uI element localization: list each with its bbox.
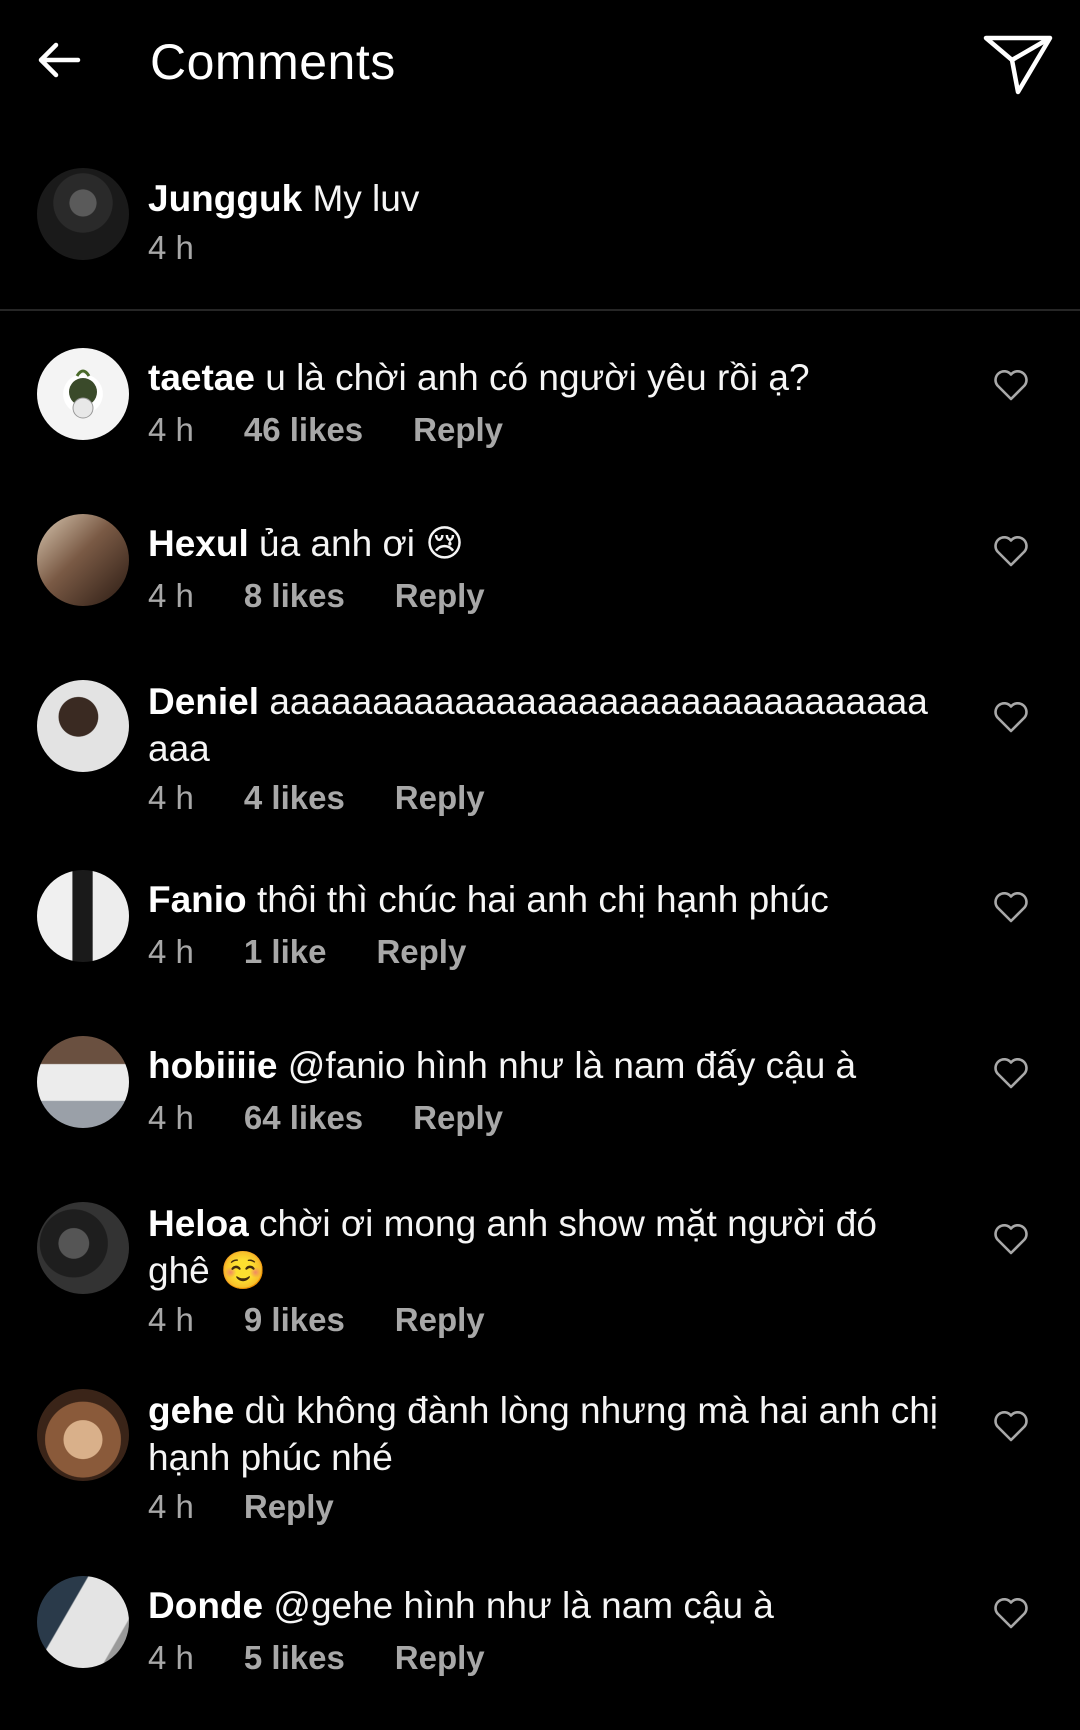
username[interactable]: Heloa [148, 1203, 249, 1244]
likes-count[interactable]: 46 likes [244, 410, 363, 450]
avatar[interactable] [37, 1389, 129, 1481]
comment-meta: 4 h 64 likes Reply [148, 1098, 503, 1138]
username[interactable]: Jungguk [148, 178, 302, 219]
back-button[interactable] [28, 30, 88, 90]
heart-outline-icon[interactable] [992, 1407, 1030, 1445]
heart-outline-icon[interactable] [992, 698, 1030, 736]
comment-body: ủa anh ơi 😢 [259, 523, 464, 564]
caption-text: Jungguk My luv [148, 175, 938, 222]
share-button[interactable] [982, 28, 1054, 100]
avatar-illustration [69, 369, 97, 419]
paper-plane-icon [983, 35, 1053, 95]
divider [0, 309, 1080, 311]
username[interactable]: Deniel [148, 681, 259, 722]
timestamp: 4 h [148, 577, 194, 614]
reply-button[interactable]: Reply [413, 410, 503, 450]
username[interactable]: gehe [148, 1390, 234, 1431]
comment-body: @gehe hình như là nam cậu à [273, 1585, 774, 1626]
timestamp: 4 h [148, 933, 194, 970]
comment-text: Deniel aaaaaaaaaaaaaaaaaaaaaaaaaaaaaaaaa… [148, 678, 938, 772]
timestamp: 4 h [148, 1099, 194, 1136]
arrow-left-icon [38, 42, 81, 78]
reply-button[interactable]: Reply [395, 1300, 485, 1340]
comment-meta: 4 h 1 like Reply [148, 932, 466, 972]
likes-count[interactable]: 64 likes [244, 1098, 363, 1138]
username[interactable]: Hexul [148, 523, 249, 564]
timestamp: 4 h [148, 1639, 194, 1676]
comment-meta: 4 h 4 likes Reply [148, 778, 485, 818]
heart-outline-icon[interactable] [992, 532, 1030, 570]
avatar[interactable] [37, 168, 129, 260]
comment-text: Heloa chời ơi mong anh show mặt người đó… [148, 1200, 938, 1294]
top-bar: Comments [0, 0, 1080, 128]
comment-body: aaaaaaaaaaaaaaaaaaaaaaaaaaaaaaaaaaa [148, 681, 928, 769]
caption-meta: 4 h [148, 228, 194, 268]
comment-body: u là chời anh có người yêu rồi ạ? [265, 357, 810, 398]
reply-button[interactable]: Reply [244, 1487, 334, 1527]
timestamp: 4 h [148, 1488, 194, 1525]
avatar[interactable] [37, 348, 129, 440]
comment-text: Fanio thôi thì chúc hai anh chị hạnh phú… [148, 876, 938, 923]
avatar[interactable] [37, 870, 129, 962]
reply-button[interactable]: Reply [413, 1098, 503, 1138]
reply-button[interactable]: Reply [395, 778, 485, 818]
comment-meta: 4 h 9 likes Reply [148, 1300, 485, 1340]
avatar[interactable] [37, 680, 129, 772]
timestamp: 4 h [148, 229, 194, 266]
avatar[interactable] [37, 514, 129, 606]
comment-meta: 4 h 8 likes Reply [148, 576, 485, 616]
comment-text: Hexul ủa anh ơi 😢 [148, 520, 938, 567]
avatar[interactable] [37, 1036, 129, 1128]
comment-text: hobiiiie @fanio hình như là nam đấy cậu … [148, 1042, 938, 1089]
heart-outline-icon[interactable] [992, 366, 1030, 404]
avatar[interactable] [37, 1202, 129, 1294]
comment-body: chời ơi mong anh show mặt người đó ghê ☺… [148, 1203, 877, 1291]
username[interactable]: hobiiiie [148, 1045, 278, 1086]
likes-count[interactable]: 1 like [244, 932, 327, 972]
likes-count[interactable]: 5 likes [244, 1638, 345, 1678]
heart-outline-icon[interactable] [992, 1220, 1030, 1258]
username[interactable]: Fanio [148, 879, 247, 920]
likes-count[interactable]: 8 likes [244, 576, 345, 616]
comment-text: gehe dù không đành lòng nhưng mà hai anh… [148, 1387, 938, 1481]
heart-outline-icon[interactable] [992, 1054, 1030, 1092]
comment-meta: 4 h 5 likes Reply [148, 1638, 485, 1678]
comment-body: @fanio hình như là nam đấy cậu à [287, 1045, 857, 1086]
page-title: Comments [150, 34, 396, 90]
likes-count[interactable]: 4 likes [244, 778, 345, 818]
comment-body: dù không đành lòng nhưng mà hai anh chị … [148, 1390, 938, 1478]
timestamp: 4 h [148, 1301, 194, 1338]
heart-outline-icon[interactable] [992, 1594, 1030, 1632]
username[interactable]: Donde [148, 1585, 263, 1626]
reply-button[interactable]: Reply [395, 1638, 485, 1678]
timestamp: 4 h [148, 779, 194, 816]
avatar[interactable] [37, 1576, 129, 1668]
caption-body: My luv [312, 178, 420, 219]
post-caption: Jungguk My luv 4 h [0, 160, 1080, 310]
likes-count[interactable]: 9 likes [244, 1300, 345, 1340]
comment-meta: 4 h 46 likes Reply [148, 410, 503, 450]
comment-text: taetae u là chời anh có người yêu rồi ạ? [148, 354, 938, 401]
comment-body: thôi thì chúc hai anh chị hạnh phúc [256, 879, 829, 920]
heart-outline-icon[interactable] [992, 888, 1030, 926]
comment-text: Donde @gehe hình như là nam cậu à [148, 1582, 938, 1629]
username[interactable]: taetae [148, 357, 255, 398]
reply-button[interactable]: Reply [395, 576, 485, 616]
timestamp: 4 h [148, 411, 194, 448]
comment-meta: 4 h Reply [148, 1487, 334, 1527]
reply-button[interactable]: Reply [376, 932, 466, 972]
